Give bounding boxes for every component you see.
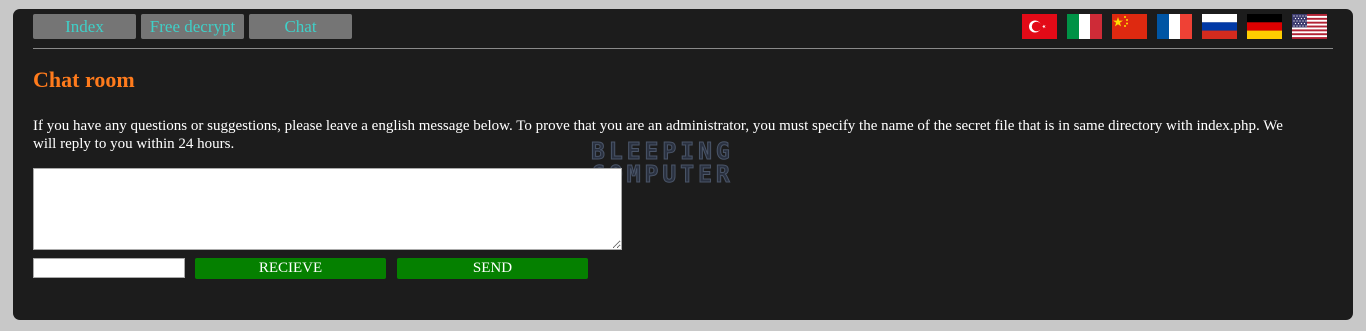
france-flag-icon[interactable] (1157, 14, 1192, 39)
receive-button[interactable]: RECIEVE (195, 258, 386, 279)
code-input[interactable] (33, 258, 185, 278)
page-title: Chat room (33, 67, 135, 92)
germany-flag-icon[interactable] (1247, 14, 1282, 39)
usa-flag-icon[interactable] (1292, 14, 1327, 39)
main-panel: Index Free decrypt Chat Chat room If you… (13, 9, 1353, 320)
message-textarea[interactable] (33, 168, 622, 250)
nav-index-button[interactable]: Index (33, 14, 136, 39)
nav-chat-button[interactable]: Chat (249, 14, 352, 39)
top-nav: Index Free decrypt Chat (33, 14, 352, 39)
language-flags (1022, 14, 1327, 39)
italy-flag-icon[interactable] (1067, 14, 1102, 39)
russia-flag-icon[interactable] (1202, 14, 1237, 39)
send-button[interactable]: SEND (397, 258, 588, 279)
china-flag-icon[interactable] (1112, 14, 1147, 39)
divider (33, 48, 1333, 49)
turkey-flag-icon[interactable] (1022, 14, 1057, 39)
watermark-line-1: BLEEPING (591, 139, 734, 165)
nav-free-decrypt-button[interactable]: Free decrypt (141, 14, 244, 39)
